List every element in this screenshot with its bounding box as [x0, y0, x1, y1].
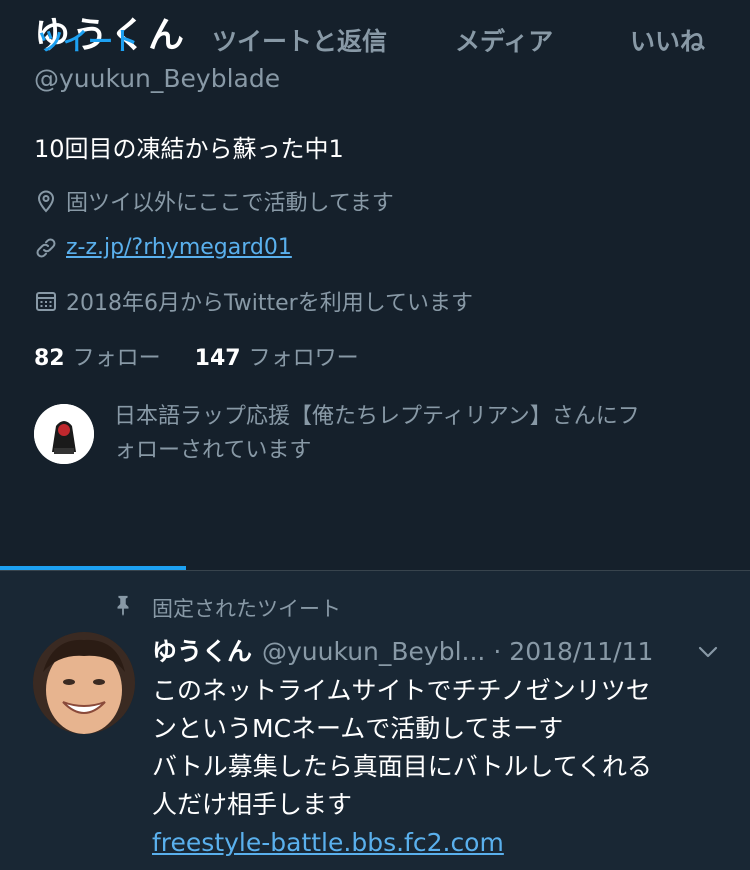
profile-bio: 10回目の凍結から蘇った中1 [34, 135, 344, 163]
tweet-link[interactable]: freestyle-battle.bbs.fc2.com [152, 824, 727, 862]
followers-link[interactable]: 147 フォロワー [195, 346, 359, 371]
pinned-label: 固定されたツイート [152, 597, 341, 621]
tab-media[interactable]: メディア [455, 22, 553, 58]
tweet-line: ンというMCネームで活動してまーす [152, 714, 564, 743]
link-icon [36, 238, 56, 257]
follow-counts: 82 フォロー 147 フォロワー [34, 340, 359, 372]
followed-by-avatar[interactable] [34, 404, 94, 464]
profile-handle: @yuukun_Beyblade [34, 64, 281, 93]
profile-joined: 2018年6月からTwitterを利用しています [34, 285, 473, 317]
chevron-down-icon[interactable] [696, 642, 720, 662]
joined-text: 2018年6月からTwitterを利用しています [66, 291, 474, 316]
tab-tweets-and-replies[interactable]: ツイートと返信 [212, 22, 387, 58]
following-link[interactable]: 82 フォロー [34, 346, 161, 371]
location-text: 固ツイ以外にここで活動してます [66, 191, 394, 216]
pin-icon [117, 595, 129, 616]
location-pin-icon [37, 190, 55, 213]
tab-tweets[interactable]: ツイート [38, 22, 138, 58]
tweet-line: このネットライムサイトでチチノゼンリツセ [152, 676, 651, 705]
tab-likes[interactable]: いいね [630, 22, 705, 58]
active-tab-indicator [0, 566, 186, 570]
tweet-line: バトル募集したら真面目にバトルしてくれる [152, 752, 653, 781]
website-link[interactable]: z-z.jp/?rhymegard01 [66, 235, 292, 260]
tweet-line: 人だけ相手します [152, 790, 353, 819]
calendar-icon [36, 292, 56, 311]
profile-website: z-z.jp/?rhymegard01 [34, 235, 292, 260]
tweet-body: このネットライムサイトでチチノゼンリツセ ンというMCネームで活動してまーす バ… [152, 672, 727, 862]
tweet-header: ゆうくん @yuukun_Beybl... · 2018/11/11 [152, 632, 653, 668]
tweet-author-avatar[interactable] [33, 632, 135, 734]
profile-tabs [0, 490, 750, 571]
tweet-date[interactable]: · 2018/11/11 [493, 637, 653, 666]
tweet-author-handle[interactable]: @yuukun_Beybl... [262, 637, 485, 666]
followed-by-text: 日本語ラップ応援【俺たちレプティリアン】さんにフ ォローされています [114, 404, 640, 463]
tweet-author-name[interactable]: ゆうくん [152, 637, 252, 666]
profile-location: 固ツイ以外にここで活動してます [34, 185, 394, 217]
